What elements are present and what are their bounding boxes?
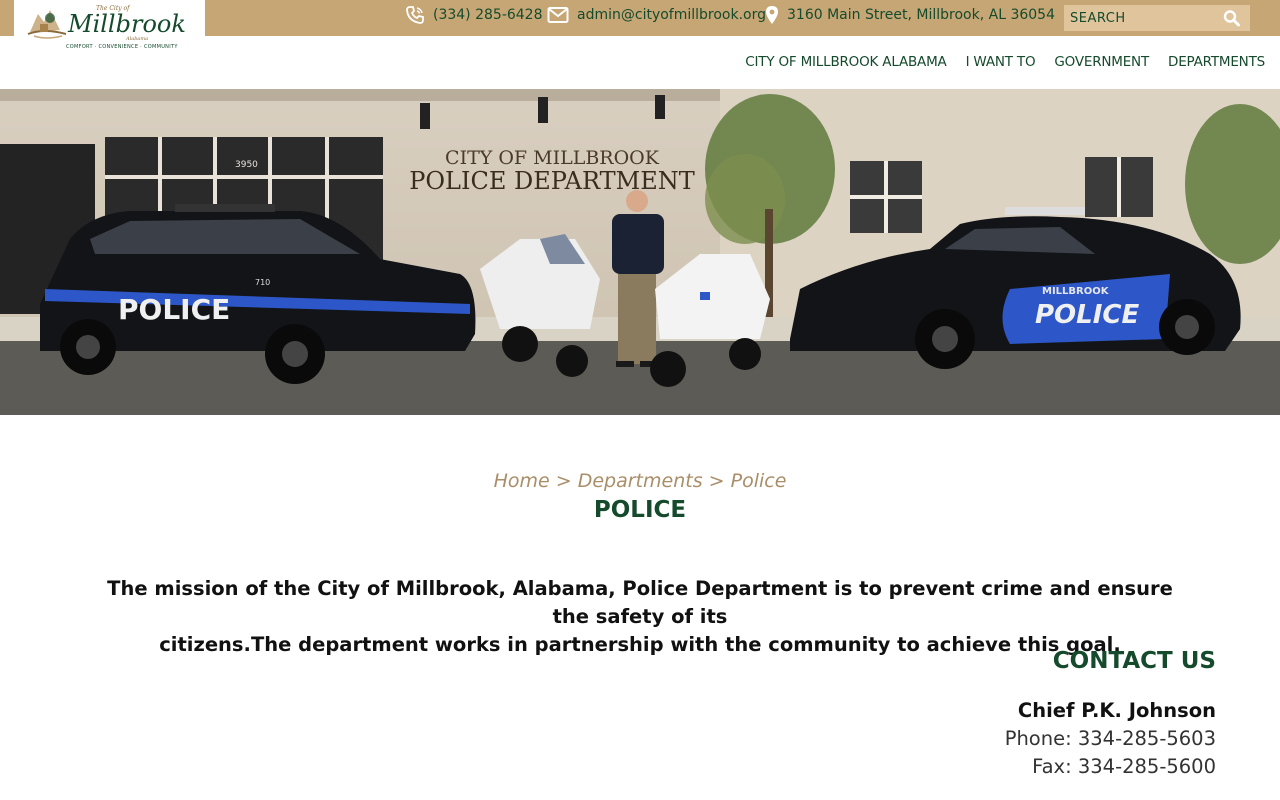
logo-emblem (27, 10, 67, 39)
logo-tagline: COMFORT · CONVENIENCE · COMMUNITY (66, 44, 178, 50)
contact-name: Chief P.K. Johnson (1017, 699, 1216, 722)
phone-text[interactable]: (334) 285-6428 (433, 7, 543, 23)
suv-unit-number: 710 (255, 278, 270, 287)
sign-line-2: POLICE DEPARTMENT (409, 167, 695, 195)
contact-heading: CONTACT US (1052, 648, 1216, 674)
email-text[interactable]: admin@cityofmillbrook.org (577, 7, 766, 23)
building-number: 3950 (235, 160, 258, 170)
breadcrumb-current: Police (730, 470, 787, 492)
phone-contact[interactable]: (334) 285-6428 (405, 0, 543, 30)
breadcrumb: Home > Departments > Police (0, 470, 1280, 492)
search-input[interactable] (1064, 5, 1214, 31)
breadcrumb-departments[interactable]: Departments (578, 470, 703, 492)
sedan-brand-text: MILLBROOK (1042, 286, 1110, 297)
nav-government[interactable]: GOVERNMENT (1054, 54, 1149, 70)
nav-city[interactable]: CITY OF MILLBROOK ALABAMA (745, 54, 946, 70)
envelope-icon (547, 7, 569, 23)
nav-departments[interactable]: DEPARTMENTS (1168, 54, 1265, 70)
contact-fax: Fax: 334-285-5600 (1032, 755, 1216, 778)
sign-line-1: CITY OF MILLBROOK (445, 147, 660, 169)
page-title: POLICE (593, 497, 687, 523)
contact-phone[interactable]: Phone: 334-285-5603 (1005, 727, 1216, 750)
hero-illustration: 3950 CITY OF MILLBROOK POLICE DEPARTMENT… (0, 89, 1280, 415)
nav-i-want-to[interactable]: I WANT TO (966, 54, 1036, 70)
hero-image: 3950 CITY OF MILLBROOK POLICE DEPARTMENT… (0, 89, 1280, 415)
phone-icon (406, 6, 424, 24)
address-text[interactable]: 3160 Main Street, Millbrook, AL 36054 (787, 7, 1055, 23)
suv-police-text: POLICE (118, 293, 230, 326)
mission-statement: The mission of the City of Millbrook, Al… (90, 575, 1190, 659)
logo-state: Alabama (125, 36, 148, 42)
mission-line-1: The mission of the City of Millbrook, Al… (107, 577, 1173, 628)
breadcrumb-separator: > (555, 470, 572, 492)
breadcrumb-home[interactable]: Home (494, 470, 550, 492)
sedan-police-text: POLICE (1035, 300, 1139, 330)
address-contact[interactable]: 3160 Main Street, Millbrook, AL 36054 (765, 0, 1055, 30)
magnifier-icon[interactable] (1222, 9, 1242, 27)
logo-name: Millbrook (67, 10, 186, 38)
site-logo[interactable]: The City of Millbrook Alabama COMFORT · … (14, 0, 205, 56)
logo-graphic: The City of Millbrook Alabama COMFORT · … (27, 5, 186, 50)
mission-line-2: citizens.The department works in partner… (159, 633, 1121, 656)
map-pin-icon (766, 6, 778, 24)
breadcrumb-separator: > (708, 470, 725, 492)
email-contact[interactable]: admin@cityofmillbrook.org (547, 0, 766, 30)
main-nav: CITY OF MILLBROOK ALABAMA I WANT TO GOVE… (745, 54, 1265, 70)
search-box (1064, 5, 1250, 31)
